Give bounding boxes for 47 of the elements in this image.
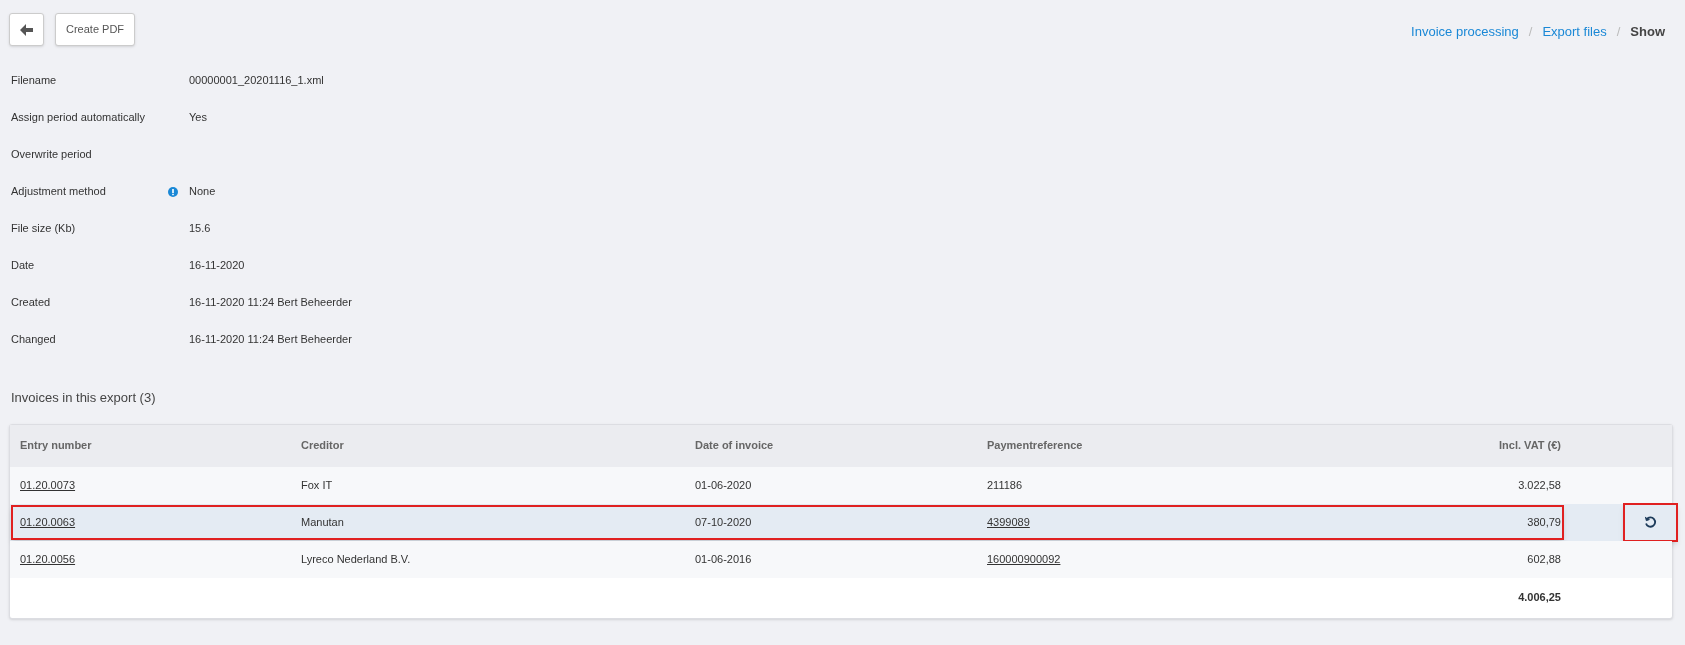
column-header: Incl. VAT (€): [1498, 438, 1562, 454]
breadcrumb-link[interactable]: Invoice processing: [1411, 22, 1519, 42]
back-button[interactable]: [9, 13, 44, 46]
entry-link[interactable]: 01.20.0073: [20, 478, 76, 491]
detail-value: 16-11-2020 11:24 Bert Beheerder: [189, 332, 352, 348]
detail-value: Yes: [189, 110, 207, 126]
breadcrumb-current: Show: [1630, 23, 1665, 41]
table-cell-text: 3.022,58: [1517, 477, 1562, 493]
breadcrumb-separator: /: [1616, 23, 1621, 41]
detail-value: 16-11-2020: [189, 258, 245, 274]
entry-link[interactable]: 01.20.0063: [20, 515, 76, 528]
restore-button[interactable]: [1623, 502, 1678, 542]
table-cell-text: 01-06-2016: [694, 551, 752, 567]
create-pdf-button[interactable]: Create PDF: [55, 13, 136, 46]
total-amount: 4.006,25: [1517, 590, 1562, 606]
entry-link[interactable]: 01.20.0056: [20, 552, 76, 565]
detail-value: 00000001_20201116_1.xml: [189, 73, 324, 89]
detail-value: 15.6: [189, 221, 211, 237]
column-header: Entry number: [19, 438, 93, 454]
detail-label: Overwrite period: [11, 147, 93, 163]
table-cell-text: 602,88: [1526, 551, 1562, 567]
detail-label: Filename: [11, 73, 58, 89]
detail-label: Created: [11, 295, 52, 311]
detail-label: Date: [11, 258, 36, 274]
detail-label: File size (Kb): [11, 221, 77, 237]
column-header: Creditor: [300, 438, 345, 454]
table-cell-text: Fox IT: [300, 477, 333, 493]
column-header: Date of invoice: [694, 438, 775, 454]
table-cell: 211186: [987, 478, 1023, 491]
detail-value: 16-11-2020 11:24 Bert Beheerder: [189, 295, 352, 311]
table-cell-text: 380,79: [1526, 514, 1562, 530]
column-header: Paymentreference: [986, 438, 1084, 454]
detail-value: None: [189, 184, 216, 200]
info-icon: [168, 186, 178, 197]
undo-icon: [1644, 515, 1657, 529]
reference-link[interactable]: 160000900092: [987, 552, 1061, 565]
detail-label: Changed: [11, 332, 57, 348]
table-cell-text: Lyreco Nederland B.V.: [300, 551, 411, 567]
table-cell-text: Manutan: [300, 514, 344, 530]
section-title: Invoices in this export (3): [10, 389, 156, 407]
breadcrumb-separator: /: [1528, 23, 1533, 41]
detail-label: Assign period automatically: [11, 110, 146, 126]
arrow-left-icon: [19, 23, 34, 36]
table-cell-text: 07-10-2020: [694, 514, 752, 530]
table-cell-text: 01-06-2020: [694, 477, 752, 493]
detail-label: Adjustment method: [11, 184, 107, 200]
reference-link[interactable]: 4399089: [987, 515, 1030, 528]
